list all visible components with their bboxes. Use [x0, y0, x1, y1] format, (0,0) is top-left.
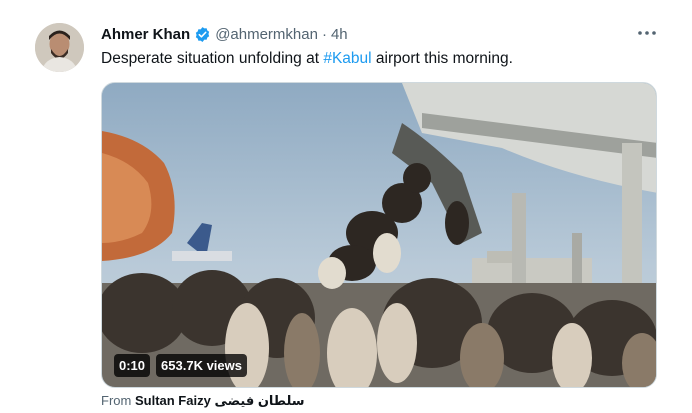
tweet-text: Desperate situation unfolding at #Kabul …: [101, 48, 661, 70]
tweet-header: Ahmer Khan @ahmermkhan · 4h: [101, 23, 348, 45]
video-frame: [102, 83, 656, 387]
video-source-attribution: From Sultan Faizy سلطان فیضی: [101, 393, 305, 409]
video-badges: 0:10 653.7K views: [114, 353, 247, 377]
video-views: 653.7K views: [156, 353, 247, 377]
video-duration: 0:10: [114, 353, 151, 377]
more-options-icon[interactable]: [634, 22, 660, 44]
author-name[interactable]: Ahmer Khan: [101, 26, 190, 43]
author-handle[interactable]: @ahmermkhan: [215, 26, 318, 43]
verified-badge-icon: [194, 26, 211, 43]
source-account-link[interactable]: Sultan Faizy سلطان فیضی: [135, 393, 305, 408]
tweet-text-end: airport this morning.: [371, 50, 513, 67]
source-prefix: From: [101, 393, 132, 408]
tweet-text-start: Desperate situation unfolding at: [101, 50, 324, 67]
avatar[interactable]: [35, 23, 84, 72]
hashtag-link[interactable]: #Kabul: [323, 50, 371, 67]
video-player[interactable]: 0:10 653.7K views: [101, 82, 657, 388]
separator-dot: ·: [321, 25, 327, 43]
tweet-card[interactable]: Ahmer Khan @ahmermkhan · 4h Desperate si…: [0, 0, 692, 413]
avatar-image: [35, 23, 84, 72]
timestamp[interactable]: 4h: [331, 26, 348, 43]
